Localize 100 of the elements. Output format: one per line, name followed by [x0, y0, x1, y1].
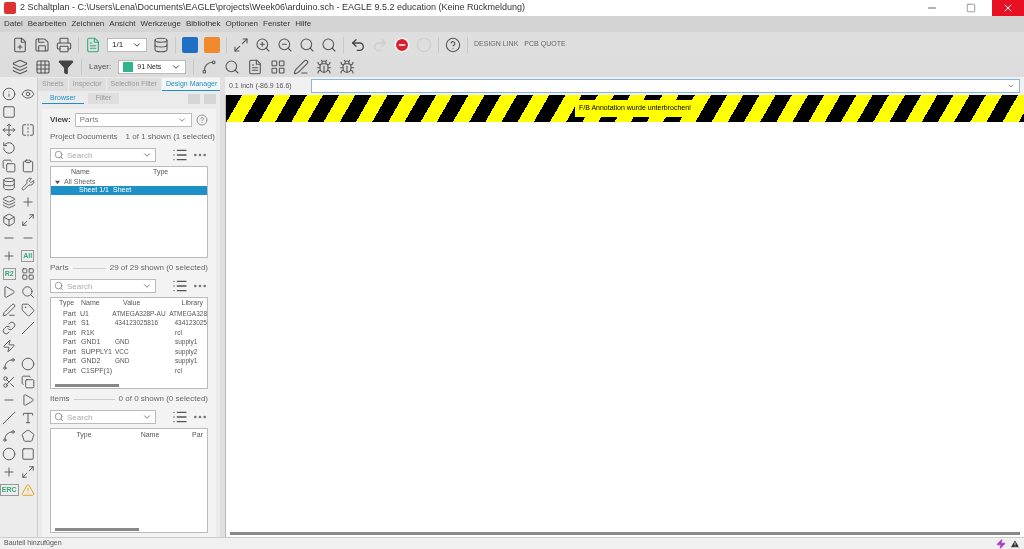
- view-dropdown[interactable]: Parts: [74, 113, 192, 127]
- view-label: View:: [50, 114, 71, 126]
- eye-icon[interactable]: [20, 87, 35, 101]
- triangle-icon[interactable]: [2, 285, 17, 299]
- expand-arrow-icon[interactable]: [55, 179, 60, 185]
- copy-icon[interactable]: [2, 159, 17, 173]
- curve-icon[interactable]: [2, 357, 17, 371]
- caret-icon: [171, 62, 182, 72]
- search-icon: [54, 412, 64, 422]
- print-icon[interactable]: [56, 36, 72, 53]
- mirror-icon[interactable]: [20, 123, 35, 137]
- stack-icon[interactable]: [153, 36, 169, 53]
- zoom-in-icon[interactable]: [255, 36, 271, 53]
- slash-icon[interactable]: [2, 411, 17, 425]
- grid-icon[interactable]: [35, 59, 51, 75]
- zoom-select-icon[interactable]: [321, 36, 337, 53]
- lightning-icon[interactable]: [996, 538, 1006, 549]
- info-icon[interactable]: [2, 87, 17, 101]
- app-logo-icon: [4, 2, 16, 14]
- close-button[interactable]: [992, 0, 1024, 16]
- expand-icon[interactable]: [20, 465, 35, 479]
- search-field[interactable]: Search: [50, 410, 156, 424]
- menu-item[interactable]: Bibliothek: [185, 18, 221, 30]
- triangle-icon[interactable]: [20, 393, 35, 407]
- count-label: 1 of 1 shown (1 selected): [125, 131, 215, 143]
- pen-icon[interactable]: [293, 59, 310, 75]
- menu-item[interactable]: Optionen: [225, 18, 259, 30]
- expand-icon[interactable]: [20, 213, 35, 227]
- link-icon[interactable]: [2, 321, 17, 335]
- caret-icon: [142, 412, 152, 422]
- tag-icon[interactable]: [20, 303, 35, 317]
- slash-icon[interactable]: [20, 321, 35, 335]
- window-title: 2 Schaltplan - C:\Users\Lena\Documents\EAGLE\projects\Week06\arduino.sch - EAGLE 9.5.2 education (Keine Rückmeldung): [20, 1, 527, 15]
- zap-icon[interactable]: [2, 339, 17, 353]
- text-icon[interactable]: [20, 411, 35, 425]
- count-label: 0 of 0 shown (0 selected): [118, 393, 208, 405]
- layers-icon[interactable]: [2, 195, 17, 209]
- wrench-icon[interactable]: [20, 177, 35, 191]
- list-options-icon[interactable]: [172, 147, 188, 163]
- layers-icon[interactable]: [12, 59, 28, 75]
- scrollbar[interactable]: [230, 532, 1020, 535]
- schematic-icon[interactable]: [182, 36, 198, 53]
- alert-icon[interactable]: [1010, 538, 1020, 549]
- zoom-fit-icon[interactable]: [233, 36, 249, 53]
- scissors-icon[interactable]: [2, 375, 17, 389]
- curve-icon[interactable]: [2, 429, 17, 443]
- filter-icon[interactable]: [58, 59, 74, 75]
- pen-icon[interactable]: [2, 303, 17, 317]
- bug-icon[interactable]: [339, 59, 356, 75]
- list-options-icon[interactable]: [172, 278, 188, 294]
- section-title: Items: [50, 393, 70, 405]
- count-label: 29 of 29 shown (0 selected): [109, 262, 208, 274]
- caret-icon: [142, 150, 152, 160]
- search-icon: [54, 150, 64, 160]
- circle-icon[interactable]: [2, 447, 17, 461]
- search-icon: [54, 281, 64, 291]
- scrollbar[interactable]: [55, 384, 119, 387]
- layer-color-swatch: [123, 62, 134, 72]
- stack-icon[interactable]: [2, 177, 17, 191]
- circle-icon[interactable]: [20, 357, 35, 371]
- undo-icon[interactable]: [350, 36, 366, 53]
- new-file-icon[interactable]: [12, 36, 28, 53]
- menu-item[interactable]: Bearbeiten: [27, 18, 67, 30]
- menu-item[interactable]: Zeichnen: [71, 18, 105, 30]
- wave-icon[interactable]: [201, 59, 218, 75]
- menu-item[interactable]: Datei: [4, 18, 23, 30]
- menu-item[interactable]: Werkzeuge: [140, 18, 181, 30]
- menu-item[interactable]: Fenster: [263, 18, 291, 30]
- command-input[interactable]: [311, 79, 1020, 93]
- close-icon: [1002, 2, 1014, 14]
- caret-icon: [1007, 82, 1015, 90]
- sheet-icon[interactable]: [247, 59, 264, 75]
- layer-label: Layer:: [89, 61, 112, 73]
- menu-item[interactable]: Ansicht: [109, 18, 136, 30]
- search-icon[interactable]: [224, 59, 241, 75]
- sheet-dropdown[interactable]: 1/1: [107, 37, 147, 52]
- menu-item[interactable]: Hilfe: [295, 18, 312, 30]
- zoom-out-icon[interactable]: [277, 36, 293, 53]
- rotate-icon[interactable]: [2, 141, 17, 155]
- scrollbar[interactable]: [55, 528, 139, 531]
- grid-icon[interactable]: [20, 267, 35, 281]
- search-field[interactable]: Search: [50, 148, 156, 162]
- zoom-icon[interactable]: [299, 36, 315, 53]
- clipboard-icon[interactable]: [20, 159, 35, 173]
- square-icon[interactable]: [20, 447, 35, 461]
- move-icon[interactable]: [2, 123, 17, 137]
- box-icon[interactable]: [2, 213, 17, 227]
- stop-icon[interactable]: [394, 36, 410, 53]
- list-options-icon[interactable]: [172, 409, 188, 425]
- caret-icon: [177, 115, 187, 125]
- section-title: Project Documents: [50, 131, 118, 143]
- search-icon[interactable]: [20, 285, 35, 299]
- square-icon[interactable]: [2, 105, 17, 119]
- polygon-icon[interactable]: [20, 429, 35, 443]
- copy-icon[interactable]: [20, 375, 35, 389]
- table-icon[interactable]: [270, 59, 287, 75]
- search-field[interactable]: Search: [50, 279, 156, 293]
- bug-icon[interactable]: [316, 59, 333, 75]
- help-icon[interactable]: [445, 36, 461, 53]
- save-icon[interactable]: [34, 36, 50, 53]
